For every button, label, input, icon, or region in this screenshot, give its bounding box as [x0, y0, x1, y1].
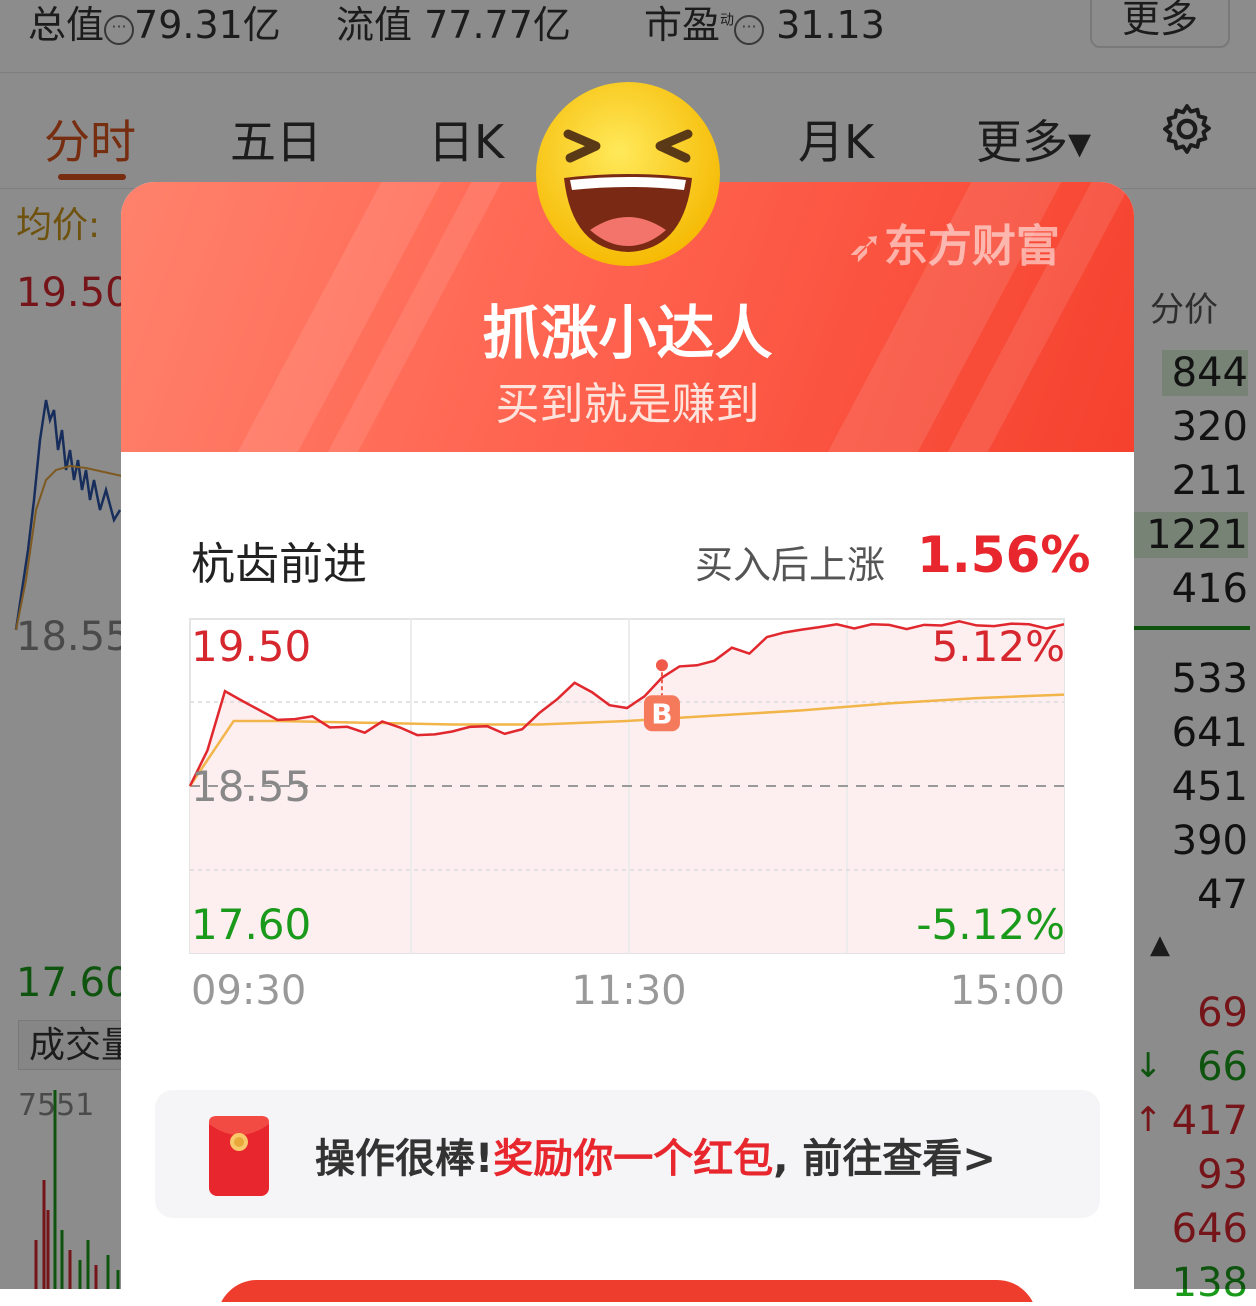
after-buy-value: 1.56%	[917, 526, 1091, 584]
reward-dialog: ➶东方财富 抓涨小达人 买到就是赚到 杭齿前进 买入后上涨 1.56% B 19…	[121, 182, 1134, 1302]
brand-logo: ➶东方财富	[847, 221, 1060, 272]
primary-action-button[interactable]	[217, 1280, 1037, 1302]
red-packet-banner[interactable]: 操作很棒!奖励你一个红包, 前往查看>	[155, 1090, 1100, 1218]
stock-name: 杭齿前进	[191, 539, 367, 590]
red-envelope-icon	[209, 1116, 269, 1196]
x-label-close: 15:00	[949, 968, 1065, 1014]
y-label-mid: 18.55	[191, 762, 312, 811]
brand-leaf-icon: ➶	[847, 221, 884, 272]
dialog-subtitle: 买到就是赚到	[495, 379, 760, 430]
y-label-high: 19.50	[191, 622, 312, 671]
y-label-low: 17.60	[191, 900, 312, 949]
x-label-open: 09:30	[191, 968, 307, 1014]
after-buy-label: 买入后上涨	[695, 543, 886, 587]
dialog-title: 抓涨小达人	[482, 299, 773, 367]
x-label-mid: 11:30	[571, 968, 687, 1014]
pct-label-low: -5.12%	[916, 900, 1065, 949]
svg-text:B: B	[651, 697, 672, 730]
promo-text: 操作很棒!奖励你一个红包, 前往查看>	[315, 1136, 996, 1182]
laughing-face-icon	[536, 82, 720, 266]
pct-label-high: 5.12%	[931, 622, 1065, 671]
